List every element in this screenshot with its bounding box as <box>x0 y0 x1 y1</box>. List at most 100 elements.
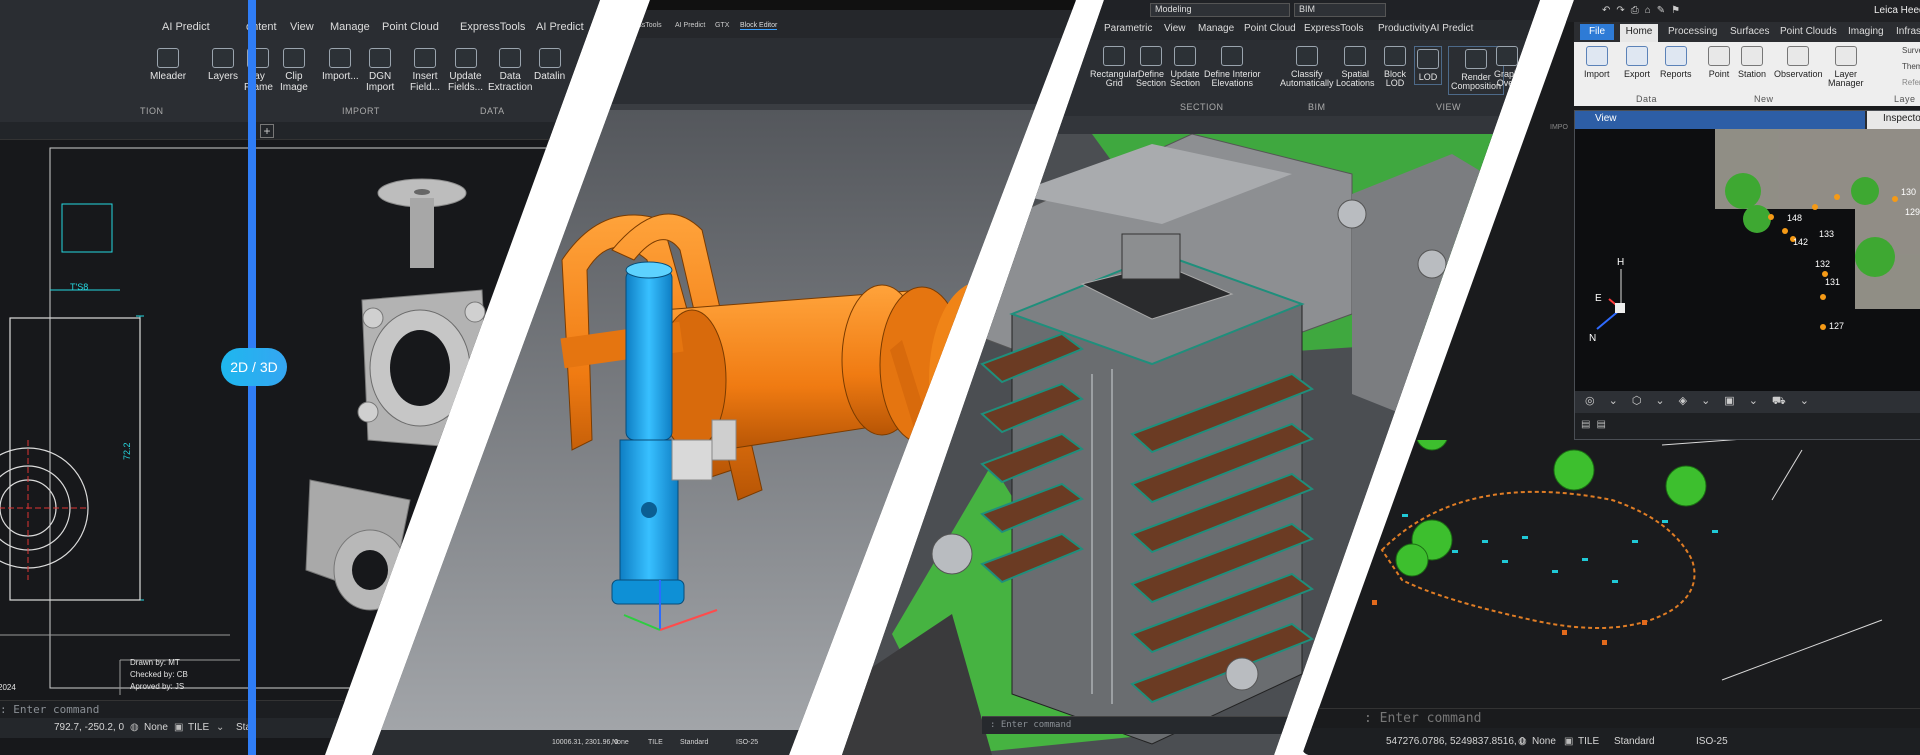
update-fields-icon <box>454 48 477 68</box>
tab-point-clouds[interactable]: Point Clouds <box>1780 26 1837 37</box>
tab-manage[interactable]: Manage <box>1198 23 1234 34</box>
tab-processing[interactable]: Processing <box>1668 26 1717 37</box>
tile-icon[interactable]: ▣ <box>1564 736 1573 747</box>
block-lod-icon <box>1384 46 1406 66</box>
status-tile[interactable]: TILE <box>648 739 663 746</box>
status-tile[interactable]: TILE <box>188 722 209 733</box>
tab-infrastructure[interactable]: Infrastr <box>1896 26 1920 37</box>
lod-button[interactable]: LOD <box>1414 46 1442 86</box>
tab-productivity[interactable]: Productivity <box>1378 23 1430 34</box>
status-iso[interactable]: ISO-25 <box>1696 736 1728 747</box>
tab-manage[interactable]: Manage <box>330 21 370 33</box>
command-line-4[interactable]: : Enter command <box>1302 708 1920 728</box>
chevron-down-icon[interactable]: ⌄ <box>216 722 224 733</box>
group-data: Data <box>1636 94 1658 104</box>
marketing-collage: AI Predict ontent View Manage Point Clou… <box>0 0 1920 755</box>
tab-ai-predict[interactable]: AI Predict <box>162 21 210 33</box>
point-label-129: 129 <box>1905 207 1920 217</box>
reports-button[interactable]: Reports <box>1660 46 1692 79</box>
insert-field-button[interactable]: Insert Field... <box>410 48 440 93</box>
globe-icon[interactable]: ◍ <box>1518 736 1527 747</box>
clip-image-button[interactable]: Clip Image <box>280 48 308 93</box>
status-none[interactable]: None <box>144 722 168 733</box>
layer-manager-button[interactable]: Layer Manager <box>1828 46 1864 89</box>
datalink-button[interactable]: Datalin <box>534 48 565 83</box>
group-annotation: TION <box>140 106 164 116</box>
tile-icon[interactable]: ▣ <box>174 722 183 733</box>
point-label-142: 142 <box>1793 237 1808 247</box>
define-interior-elevations-button[interactable]: Define Interior Elevations <box>1204 46 1261 89</box>
view-toolbar[interactable]: ◎⌄⬡⌄◈⌄▣⌄⛟⌄ <box>1575 391 1920 413</box>
tab-expresstools[interactable]: ExpressTools <box>1304 23 1363 34</box>
status-standard[interactable]: Standard <box>1614 736 1655 747</box>
import-button[interactable]: Import... <box>322 48 359 83</box>
status-tile[interactable]: TILE <box>1578 736 1599 747</box>
tab-point-cloud[interactable]: Point Cloud <box>382 21 439 33</box>
survey-tool[interactable]: Surve <box>1902 46 1920 55</box>
layers-label: Layers <box>208 71 239 82</box>
station-icon <box>1741 46 1764 66</box>
station-button[interactable]: Station <box>1738 46 1766 79</box>
import-button[interactable]: Import <box>1584 46 1610 79</box>
spatial-locations-button[interactable]: Spatial Locations <box>1336 46 1375 89</box>
dgn-import-button[interactable]: DGN Import <box>366 48 394 93</box>
tab-view[interactable]: View <box>1164 23 1186 34</box>
app-title: Leica Heed <box>1874 5 1920 16</box>
update-section-icon <box>1174 46 1197 66</box>
tab-view[interactable]: View <box>290 21 314 33</box>
spatial-locations-label: Spatial Locations <box>1336 69 1375 89</box>
tab-parametric[interactable]: Parametric <box>1104 23 1152 34</box>
update-section-button[interactable]: Update Section <box>1170 46 1200 89</box>
globe-icon[interactable]: ◍ <box>130 722 139 733</box>
render-icon <box>1465 49 1488 69</box>
toggle-2d-3d-button[interactable]: 2D / 3D <box>221 348 287 386</box>
drawing-canvas-4[interactable] <box>1302 440 1920 710</box>
update-fields-button[interactable]: Update Fields... <box>448 48 483 93</box>
graph-overlay-button[interactable]: Graph Over <box>1494 46 1519 89</box>
status-standard[interactable]: Standard <box>680 739 708 746</box>
layers-button[interactable]: Layers <box>208 48 238 83</box>
theme-tool[interactable]: Them <box>1902 62 1920 71</box>
export-button[interactable]: Export <box>1624 46 1650 79</box>
rectangular-grid-button[interactable]: Rectangular Grid <box>1090 46 1139 89</box>
group-import: IMPORT <box>342 106 380 116</box>
reference-tool[interactable]: Refer <box>1902 78 1920 87</box>
point-cloud-view[interactable]: 148 142 133 132 131 127 130 129 H E N <box>1575 129 1920 391</box>
point-button[interactable]: Point <box>1708 46 1730 79</box>
tab-surfaces[interactable]: Surfaces <box>1730 26 1769 37</box>
quick-access-toolbar[interactable]: ↶↷⎙⌂✎⚑ <box>1602 5 1686 16</box>
tab-ai-predict[interactable]: AI Predict <box>1430 23 1473 34</box>
status-iso[interactable]: ISO-25 <box>736 739 758 746</box>
classify-automatically-button[interactable]: Classify Automatically <box>1280 46 1334 89</box>
observation-button[interactable]: Observation <box>1774 46 1823 79</box>
graph-overlay-label: Graph Over <box>1494 69 1520 89</box>
block-lod-button[interactable]: Block LOD <box>1384 46 1406 89</box>
clip-image-icon <box>282 48 305 68</box>
group-layers: Laye <box>1894 94 1916 104</box>
tab-expresstools[interactable]: ExpressTools <box>460 21 525 33</box>
block-lod-label: Block LOD <box>1384 69 1407 89</box>
data-extraction-button[interactable]: Data Extraction <box>488 48 532 93</box>
tab-ai-predict[interactable]: AI Predict <box>675 22 705 29</box>
status-none[interactable]: None <box>1532 736 1556 747</box>
point-label: Point <box>1708 69 1730 79</box>
status-none[interactable]: None <box>612 739 629 746</box>
new-tab-button[interactable]: + <box>260 124 274 138</box>
view-status-icons[interactable]: ▤▤ <box>1575 413 1920 439</box>
tab-block-editor[interactable]: Block Editor <box>740 22 778 30</box>
command-line-3[interactable]: : Enter command <box>982 716 1322 734</box>
tab-ai-predict-2[interactable]: AI Predict <box>536 21 584 33</box>
tab-gtx[interactable]: GTX <box>715 22 729 29</box>
view-tab[interactable]: View <box>1575 111 1865 129</box>
tab-file[interactable]: File <box>1580 24 1614 40</box>
mleader-button[interactable]: Mleader <box>150 48 186 83</box>
workspace-dropdown[interactable]: Modeling <box>1150 3 1290 17</box>
tab-expresstools[interactable]: ressTools <box>632 22 662 29</box>
mleader-icon <box>157 48 180 68</box>
inspector-tab[interactable]: Inspector <box>1867 111 1920 129</box>
tab-imaging[interactable]: Imaging <box>1848 26 1884 37</box>
bim-dropdown[interactable]: BIM <box>1294 3 1386 17</box>
define-section-button[interactable]: Define Section <box>1136 46 1166 89</box>
tab-home[interactable]: Home <box>1620 24 1658 42</box>
tab-point-cloud[interactable]: Point Cloud <box>1244 23 1296 34</box>
